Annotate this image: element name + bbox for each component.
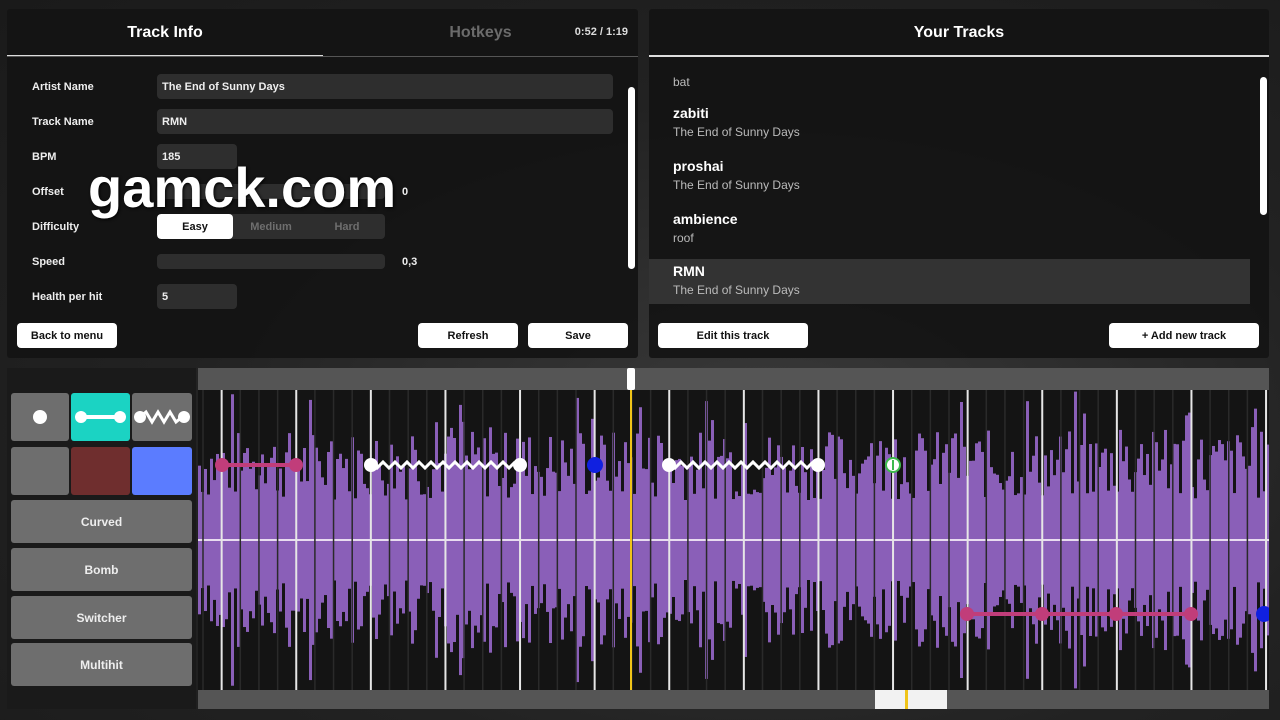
track-artist: The End of Sunny Days [673,125,800,139]
offset-value: 0 [402,185,409,198]
top-scrub-handle[interactable] [627,368,635,390]
track-list-item[interactable]: ambience roof [649,211,1250,259]
track-title: proshai [673,158,724,174]
multihit-point[interactable] [1035,607,1049,621]
your-tracks-title-text: Your Tracks [913,24,1005,41]
multihit-button[interactable]: Multihit [11,643,192,686]
curved-button[interactable]: Curved [11,500,192,543]
color-gray-tool[interactable] [11,447,69,495]
edit-track-button[interactable]: Edit this track [658,323,808,348]
track-label: Track Name [32,115,94,128]
health-label: Health per hit [32,290,103,303]
speed-value: 0,3 [402,255,418,268]
multihit-point[interactable] [1109,607,1123,621]
zigzag-note-start[interactable] [662,458,676,472]
multihit-point[interactable] [1184,607,1198,621]
switcher-button[interactable]: Switcher [11,596,192,639]
track-list-item[interactable]: bat [649,75,1250,89]
health-input[interactable]: 5 [157,284,237,309]
tab-track-info-label: Track Info [127,24,203,41]
note-tools-panel: Curved Bomb Switcher Multihit [7,368,196,709]
timeline-editor[interactable] [198,368,1272,709]
color-red-tool[interactable] [71,447,130,495]
track-title: RMN [673,263,705,279]
track-artist: bat [673,75,690,89]
track-list-item[interactable]: proshai The End of Sunny Days [649,158,1250,206]
header-underline [649,55,1269,57]
refresh-button[interactable]: Refresh [418,323,518,348]
speed-slider[interactable] [157,254,385,269]
zigzag-note-tool[interactable] [132,393,192,441]
save-button[interactable]: Save [528,323,628,348]
track-input[interactable]: RMN [157,109,613,134]
track-title: ambience [673,211,738,227]
track-row: Track Name RMN [32,109,613,134]
tracks-scrollbar[interactable] [1260,77,1267,215]
bottom-overview-bar[interactable] [198,690,1269,709]
form-scrollbar[interactable] [628,87,635,269]
tab-hotkeys-label: Hotkeys [449,24,512,41]
color-blue-tool[interactable] [132,447,192,495]
overview-playhead [905,690,908,709]
hold-note-end[interactable] [289,458,303,472]
your-tracks-header: Your Tracks [649,9,1269,57]
hold-note-tool[interactable] [71,393,130,441]
speed-row: Speed 0,3 [32,249,417,274]
dot-icon [33,410,47,424]
tab-track-info[interactable]: Track Info [7,9,323,57]
timeline-canvas[interactable] [198,368,1272,709]
top-scrub-bar[interactable] [198,368,1269,390]
multihit-point[interactable] [960,607,974,621]
track-list-item-selected[interactable]: RMN The End of Sunny Days [649,259,1250,304]
your-tracks-panel: Your Tracks bat zabiti The End of Sunny … [649,9,1269,358]
tab-bar: Track Info Hotkeys 0:52 / 1:19 [7,9,638,57]
playback-time: 0:52 / 1:19 [574,26,628,38]
health-row: Health per hit 5 [32,284,237,309]
track-artist: roof [673,231,694,245]
artist-input[interactable]: The End of Sunny Days [157,74,613,99]
tab-divider [7,56,638,57]
speed-label: Speed [32,255,66,268]
tap-note-tool[interactable] [11,393,69,441]
watermark: gamck.com [88,156,397,219]
overview-viewport[interactable] [875,690,947,709]
zigzag-note-start[interactable] [364,458,378,472]
back-to-menu-button[interactable]: Back to menu [17,323,117,348]
artist-label: Artist Name [32,80,94,93]
difficulty-label: Difficulty [32,220,80,233]
blue-tap-note[interactable] [587,457,603,473]
hold-line-icon [75,411,126,423]
track-list-item[interactable]: zabiti The End of Sunny Days [649,105,1250,153]
track-artist: The End of Sunny Days [673,283,800,297]
your-tracks-title: Your Tracks [649,9,1269,57]
track-title: zabiti [673,105,709,121]
add-new-track-button[interactable]: + Add new track [1109,323,1259,348]
zigzag-icon [134,409,190,425]
zigzag-note-end[interactable] [811,458,825,472]
track-artist: The End of Sunny Days [673,178,800,192]
artist-row: Artist Name The End of Sunny Days [32,74,613,99]
zigzag-note-end[interactable] [513,458,527,472]
bomb-button[interactable]: Bomb [11,548,192,591]
hold-note-start[interactable] [215,458,229,472]
switcher-note[interactable] [885,457,901,473]
